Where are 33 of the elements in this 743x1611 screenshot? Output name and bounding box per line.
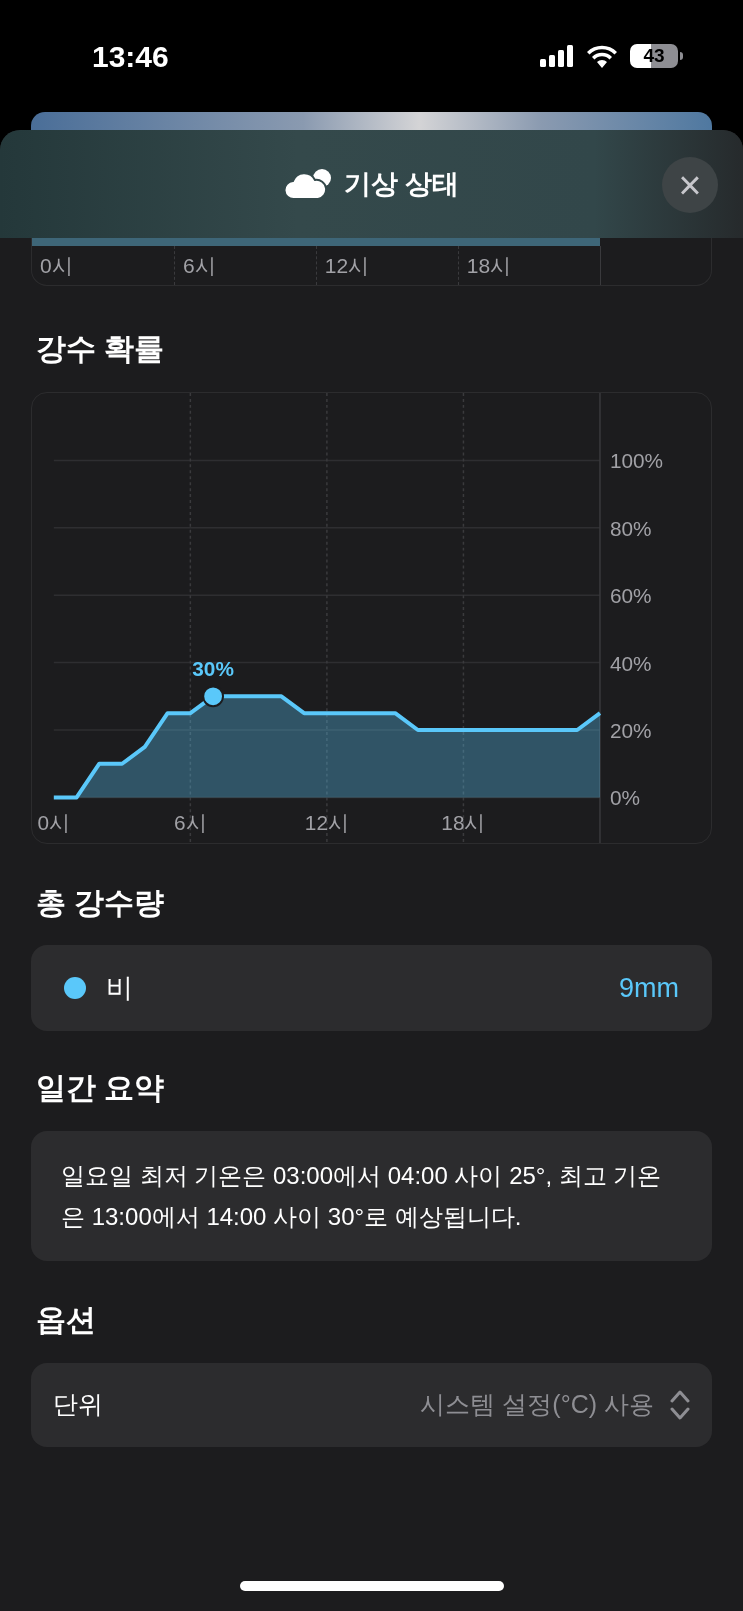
- y-axis-label: 80%: [609, 516, 652, 540]
- option-row[interactable]: 단위 시스템 설정(°C) 사용: [31, 1363, 712, 1447]
- summary-text: 일요일 최저 기온은 03:00에서 04:00 사이 25°, 최고 기온은 13:00에서 14:00 사이 30°로 예상됩니다.: [61, 1161, 663, 1232]
- peak-label: 30%: [192, 657, 234, 681]
- y-axis-label: 60%: [609, 584, 652, 608]
- section-heading: 옵션: [36, 1305, 97, 1335]
- status-time: 13:46: [92, 38, 169, 75]
- wifi-icon: [586, 44, 618, 68]
- section-heading: 강수 확률: [36, 334, 166, 364]
- section-heading: 총 강수량: [36, 888, 166, 918]
- y-axis-label: 20%: [609, 718, 652, 742]
- cloud-icon: [283, 168, 332, 200]
- y-axis-label: 40%: [609, 651, 652, 675]
- x-axis-label: 0시: [40, 252, 73, 279]
- option-value: 시스템 설정(°C) 사용: [420, 1389, 654, 1421]
- peak-marker: [202, 685, 224, 708]
- x-axis-label: 18시: [466, 252, 512, 279]
- y-axis-label: 100%: [609, 449, 664, 473]
- precipitation-type: 비: [106, 971, 133, 1005]
- close-button[interactable]: ×: [662, 157, 718, 213]
- signal-icon: [540, 45, 574, 67]
- x-axis-label: 0시: [37, 811, 71, 835]
- option-label: 단위: [53, 1389, 103, 1421]
- sheet-title: 기상 상태: [343, 167, 460, 201]
- x-axis-label: 12시: [324, 252, 370, 279]
- precipitation-amount: 9mm: [619, 971, 679, 1005]
- x-axis-label: 12시: [304, 811, 349, 835]
- section-heading: 일간 요약: [36, 1073, 166, 1103]
- chevron-updown-icon: [670, 1389, 690, 1421]
- x-axis-label: 18시: [441, 811, 486, 835]
- y-axis-label: 0%: [609, 786, 640, 810]
- x-axis-label: 6시: [174, 811, 207, 835]
- x-axis-label: 6시: [182, 252, 216, 279]
